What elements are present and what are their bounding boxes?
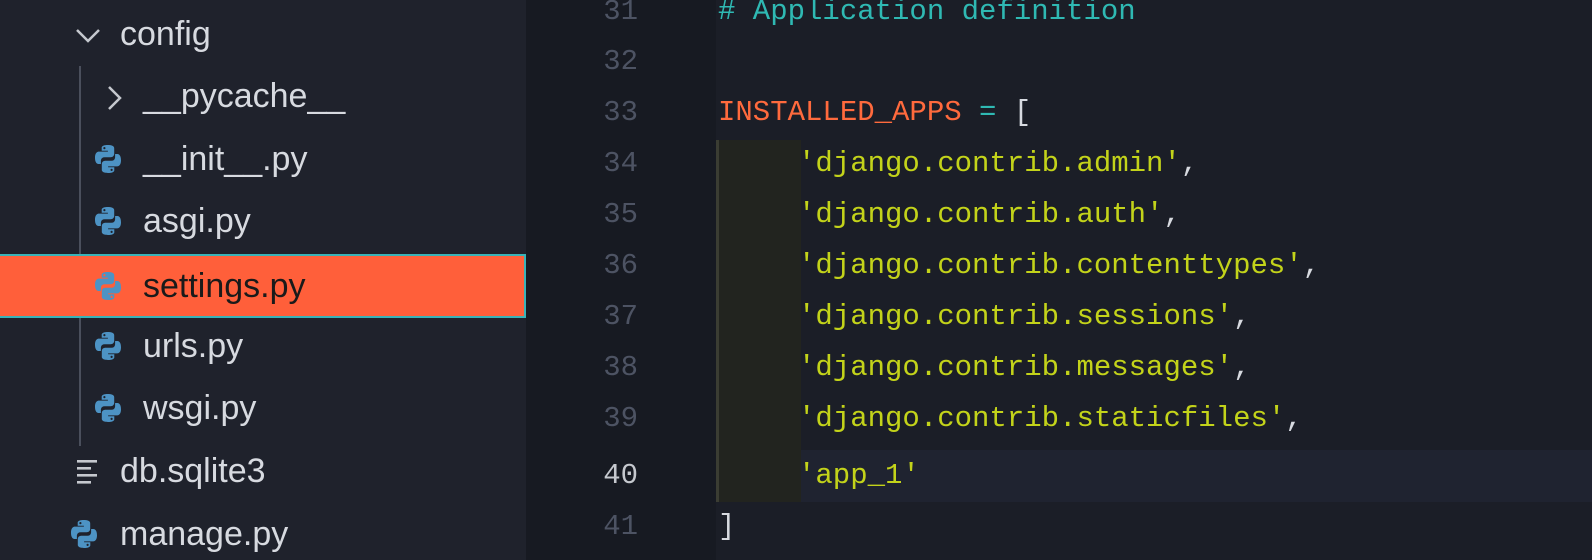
line-number: 40: [603, 459, 638, 492]
line-number: 41: [603, 510, 638, 543]
tree-item-label: config: [120, 15, 211, 53]
tree-item-label: urls.py: [143, 327, 244, 365]
chevron-down-icon: [76, 29, 100, 43]
line-number: 38: [603, 351, 638, 384]
tree-item-wsgi-py[interactable]: wsgi.py: [0, 378, 526, 438]
code-line[interactable]: 38 'django.contrib.messages',: [526, 342, 1592, 394]
line-content: 'django.contrib.auth',: [798, 189, 1181, 241]
tree-item-asgi-py[interactable]: asgi.py: [0, 191, 526, 251]
string-token: 'django.contrib.staticfiles': [798, 402, 1286, 435]
tree-item-init-py[interactable]: __init__.py: [0, 129, 526, 189]
line-content: ]: [718, 501, 735, 553]
line-content: INSTALLED_APPS = [: [718, 87, 1031, 139]
line-number: 31: [603, 0, 638, 28]
string-token: 'django.contrib.auth': [798, 198, 1164, 231]
line-number: 35: [603, 198, 638, 231]
python-file-icon: [95, 145, 121, 173]
line-number: 33: [603, 96, 638, 129]
text-file-icon: [77, 460, 97, 484]
python-file-icon: [95, 272, 121, 300]
line-number: 39: [603, 402, 638, 435]
code-line[interactable]: 37 'django.contrib.sessions',: [526, 291, 1592, 343]
line-number: 36: [603, 249, 638, 282]
comma-token: ,: [1163, 198, 1181, 231]
code-line[interactable]: 34 'django.contrib.admin',: [526, 138, 1592, 190]
line-content: 'django.contrib.staticfiles',: [798, 393, 1303, 445]
tree-item-settings-py[interactable]: settings.py: [0, 254, 526, 318]
line-number: 32: [603, 45, 638, 78]
bracket-token: [: [1013, 96, 1032, 129]
code-line[interactable]: 35 'django.contrib.auth',: [526, 189, 1592, 241]
file-explorer: config __pycache__ __init__.py asgi.py s…: [0, 0, 526, 560]
line-content: 'django.contrib.messages',: [798, 342, 1250, 394]
line-number: 34: [603, 147, 638, 180]
code-line[interactable]: 31 # Application definition: [526, 0, 1592, 38]
ide-window: config __pycache__ __init__.py asgi.py s…: [0, 0, 1592, 560]
comma-token: ,: [1233, 300, 1251, 333]
code-line[interactable]: 33 INSTALLED_APPS = [: [526, 87, 1592, 139]
line-content: 'django.contrib.admin',: [798, 138, 1198, 190]
comment-token: # Application definition: [718, 0, 1136, 28]
tree-item-label: db.sqlite3: [120, 452, 266, 490]
code-line[interactable]: 36 'django.contrib.contenttypes',: [526, 240, 1592, 292]
comma-token: ,: [1180, 147, 1199, 180]
tree-item-label: __init__.py: [143, 140, 308, 178]
comma-token: ,: [1233, 351, 1251, 384]
comma-token: ,: [1285, 402, 1303, 435]
string-token: 'django.contrib.contenttypes': [798, 249, 1303, 282]
tree-item-urls-py[interactable]: urls.py: [0, 316, 526, 376]
bracket-token: ]: [718, 510, 736, 543]
comma-token: ,: [1302, 249, 1321, 282]
python-file-icon: [71, 520, 97, 548]
code-line[interactable]: 32: [526, 36, 1592, 88]
line-content: 'django.contrib.sessions',: [798, 291, 1250, 343]
identifier-token: INSTALLED_APPS: [718, 96, 962, 129]
tree-item-label: asgi.py: [143, 202, 251, 240]
line-number: 37: [603, 300, 638, 333]
python-file-icon: [95, 332, 121, 360]
tree-item-manage-py[interactable]: manage.py: [0, 504, 526, 560]
code-line-active[interactable]: 40 'app_1': [526, 450, 1592, 502]
chevron-right-icon: [108, 86, 122, 110]
line-content: # Application definition: [718, 0, 1136, 38]
string-token: 'app_1': [798, 459, 920, 492]
line-content: 'django.contrib.contenttypes',: [798, 240, 1320, 292]
string-token: 'django.contrib.sessions': [798, 300, 1234, 333]
tree-item-label: __pycache__: [143, 77, 346, 115]
tree-item-db-sqlite3[interactable]: db.sqlite3: [0, 441, 526, 501]
string-token: 'django.contrib.admin': [798, 147, 1181, 180]
tree-item-pycache[interactable]: __pycache__: [0, 66, 526, 126]
string-token: 'django.contrib.messages': [798, 351, 1234, 384]
line-content: 'app_1': [798, 450, 920, 502]
tree-item-label: settings.py: [143, 267, 306, 305]
python-file-icon: [95, 394, 121, 422]
code-line[interactable]: 41 ]: [526, 501, 1592, 553]
operator-token: =: [961, 96, 1014, 129]
tree-item-label: wsgi.py: [143, 389, 257, 427]
code-editor[interactable]: 31 # Application definition 32 33 INSTAL…: [526, 0, 1592, 560]
tree-item-label: manage.py: [120, 515, 289, 553]
tree-item-config[interactable]: config: [0, 4, 526, 64]
python-file-icon: [95, 207, 121, 235]
code-line[interactable]: 39 'django.contrib.staticfiles',: [526, 393, 1592, 445]
